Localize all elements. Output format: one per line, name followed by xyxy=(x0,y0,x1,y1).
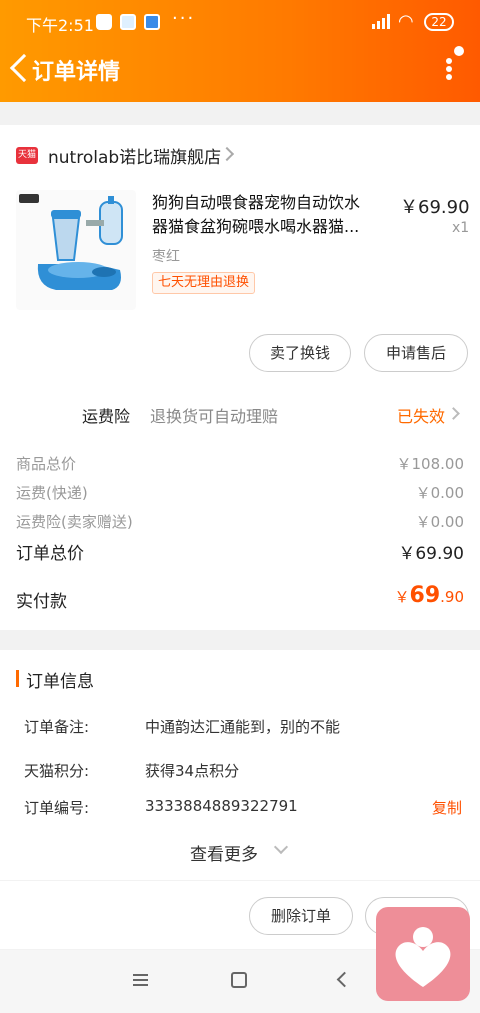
notification-dot xyxy=(454,46,464,56)
notification-app-icon xyxy=(120,14,136,30)
view-more-button[interactable]: 查看更多 xyxy=(190,840,258,865)
pet-feeder-illustration xyxy=(37,196,123,290)
delete-order-button[interactable]: 删除订单 xyxy=(249,897,353,935)
signal-icon xyxy=(372,14,392,29)
paid-label: 实付款 xyxy=(16,592,67,612)
paid-dec: .90 xyxy=(440,588,464,606)
product-name-line2: 器猫食盆狗碗喂水喝水器猫... xyxy=(152,217,360,236)
shop-name-link[interactable]: nutrolab诺比瑞旗舰店 xyxy=(48,143,221,168)
product-price: ￥69.90 xyxy=(400,197,470,218)
system-back-button[interactable] xyxy=(336,971,353,988)
copy-order-number-button[interactable]: 复制 xyxy=(432,797,462,818)
back-button[interactable] xyxy=(6,52,34,86)
aftersale-button[interactable]: 申请售后 xyxy=(364,334,468,372)
product-image[interactable] xyxy=(16,190,136,310)
status-bar: 下午2:51 ··· ◠ 22 xyxy=(0,0,480,44)
info-value: 获得34点积分 xyxy=(145,762,240,780)
order-info-card: 订单信息 订单备注: 中通韵达汇通能到，别的不能 天猫积分: 获得34点积分 订… xyxy=(0,650,480,880)
fee-label: 商品总价 xyxy=(16,455,77,473)
status-more: ··· xyxy=(172,8,196,29)
app-header: 下午2:51 ··· ◠ 22 订单详情 xyxy=(0,0,480,102)
info-label: 订单备注: xyxy=(24,718,90,736)
tmall-logo-icon: 天猫 xyxy=(16,147,38,164)
section-accent-bar xyxy=(16,670,19,687)
shipping-insurance-desc: 退换货可自动理赔 xyxy=(150,407,279,426)
heart-person-icon xyxy=(395,927,451,987)
recent-apps-button[interactable] xyxy=(133,974,148,987)
info-value: 中通韵达汇通能到，别的不能 xyxy=(145,718,341,736)
shopping-bag-icon xyxy=(96,14,112,30)
wifi-icon: ◠ xyxy=(398,11,414,32)
info-label: 订单编号: xyxy=(24,799,90,817)
order-info-title: 订单信息 xyxy=(26,672,94,692)
fee-label: 运费险(卖家赠送) xyxy=(16,513,133,531)
product-name-line1: 狗狗自动喂食器宠物自动饮水 xyxy=(152,193,361,212)
customer-service-float-button[interactable] xyxy=(376,907,470,1001)
status-time: 下午2:51 xyxy=(26,16,94,35)
image-tag-icon xyxy=(19,194,39,203)
order-number: 3333884889322791 xyxy=(145,797,298,815)
chevron-down-icon xyxy=(273,839,289,855)
product-name-link[interactable]: 狗狗自动喂食器宠物自动饮水 器猫食盆狗碗喂水喝水器猫... xyxy=(152,191,384,239)
fee-label: 运费(快递) xyxy=(16,484,88,502)
fee-value: ￥0.00 xyxy=(415,513,464,531)
order-summary-card: 天猫 nutrolab诺比瑞旗舰店 狗狗自动喂食器宠物自动饮水 器猫食盆狗碗喂水… xyxy=(0,125,480,630)
paid-amount: ￥69.90 xyxy=(395,583,465,608)
paid-symbol: ￥ xyxy=(394,588,410,606)
paid-int: 69 xyxy=(409,583,441,608)
more-options-button[interactable] xyxy=(438,46,464,86)
chevron-right-icon xyxy=(447,407,460,420)
info-label: 天猫积分: xyxy=(24,762,90,780)
order-total-label: 订单总价 xyxy=(16,544,84,564)
fee-value: ￥108.00 xyxy=(396,455,465,473)
chevron-right-icon xyxy=(219,146,235,162)
notification-app2-icon xyxy=(144,14,160,30)
battery-icon: 22 xyxy=(424,13,454,31)
sell-button[interactable]: 卖了换钱 xyxy=(249,334,351,372)
return-policy-badge: 七天无理由退换 xyxy=(152,272,256,294)
product-quantity: x1 xyxy=(452,220,470,236)
home-button[interactable] xyxy=(231,972,247,988)
order-total-value: ￥69.90 xyxy=(398,544,464,564)
fee-value: ￥0.00 xyxy=(415,484,464,502)
shipping-insurance-label: 运费险 xyxy=(82,407,131,426)
shipping-insurance-status[interactable]: 已失效 xyxy=(397,403,445,427)
product-variant: 枣红 xyxy=(152,249,180,265)
page-title: 订单详情 xyxy=(32,60,121,85)
